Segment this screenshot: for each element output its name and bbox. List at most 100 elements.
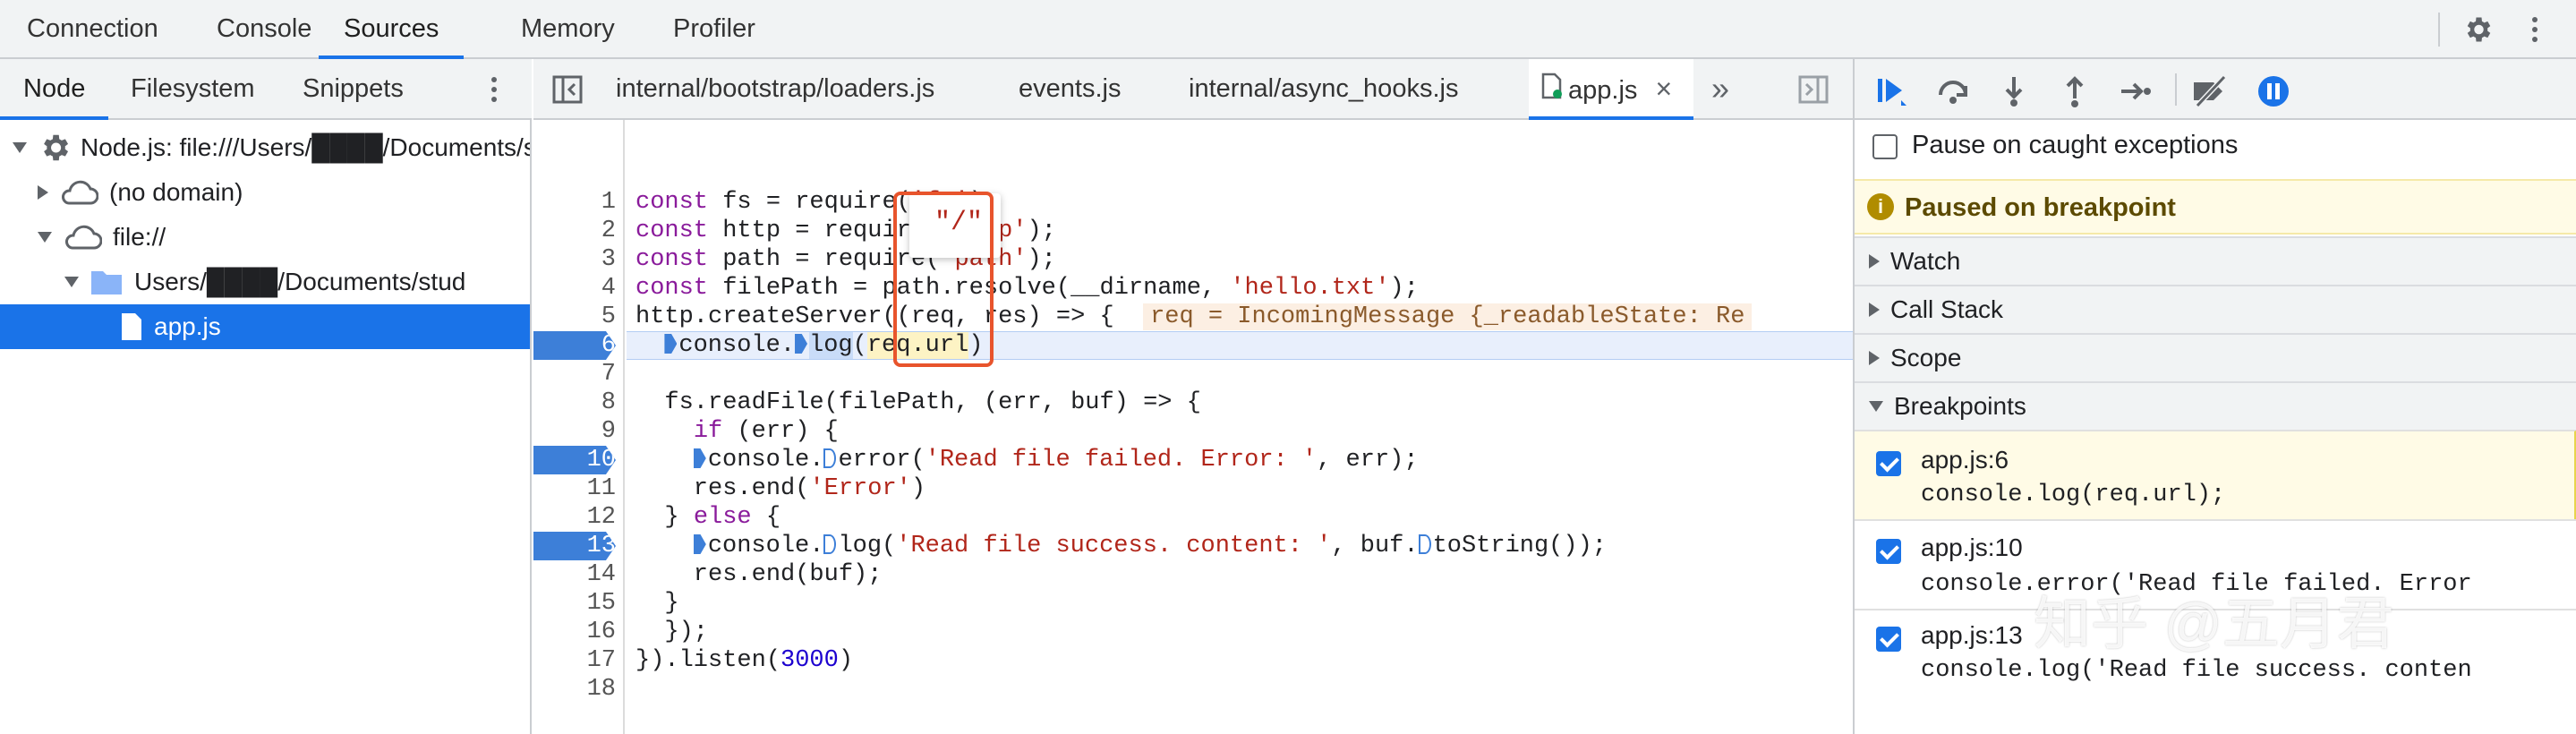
tree-item-label: file:// <box>113 223 166 251</box>
breakpoint-checkbox[interactable] <box>1876 539 1901 564</box>
inline-breakpoint-icon[interactable] <box>823 448 837 468</box>
info-icon: i <box>1867 193 1894 220</box>
section-label: Call Stack <box>1890 295 2004 323</box>
devtools-window: Connection Console Sources Memory Profil… <box>0 0 2576 734</box>
breakpoint-location: app.js:10 <box>1921 533 2023 561</box>
section-breakpoints[interactable]: Breakpoints <box>1855 381 2576 430</box>
chevron-down-icon <box>1869 401 1883 412</box>
chevron-down-icon <box>38 232 52 243</box>
navigator-tab-bar: Node Filesystem Snippets <box>0 59 532 120</box>
file-icon <box>1541 62 1563 121</box>
toolbar-divider <box>2438 13 2440 47</box>
debugger-toolbar <box>1855 59 2576 120</box>
inline-breakpoint-icon[interactable] <box>693 534 706 554</box>
code-line: const filePath = path.resolve(__dirname,… <box>635 275 1419 302</box>
toggle-navigator-icon[interactable] <box>551 73 584 106</box>
tab-profiler[interactable]: Profiler <box>673 0 755 59</box>
tab-memory[interactable]: Memory <box>521 0 615 59</box>
inline-breakpoint-icon[interactable] <box>1418 534 1431 554</box>
breakpoint-location: app.js:13 <box>1921 621 2023 649</box>
close-icon[interactable]: × <box>1655 73 1672 105</box>
code-line: } else { <box>635 504 781 531</box>
section-label: Breakpoints <box>1894 392 2026 420</box>
panel-tab-bar: Connection Console Sources Memory Profil… <box>0 0 2576 59</box>
toggle-debugger-icon[interactable] <box>1797 73 1830 106</box>
tree-item-folder[interactable]: Users/████/Documents/stud <box>0 260 530 304</box>
tab-node[interactable]: Node <box>0 59 109 120</box>
section-call-stack[interactable]: Call Stack <box>1855 285 2576 333</box>
breakpoint-checkbox[interactable] <box>1876 627 1901 652</box>
pause-caught-checkbox[interactable] <box>1872 134 1898 159</box>
section-watch[interactable]: Watch <box>1855 236 2576 285</box>
step-out-icon[interactable] <box>2055 72 2094 111</box>
inline-breakpoint-icon[interactable] <box>693 448 706 468</box>
tab-loaders-js[interactable]: internal/bootstrap/loaders.js <box>616 59 934 120</box>
breakpoint-checkbox[interactable] <box>1876 451 1901 476</box>
tree-item-app-js[interactable]: app.js <box>0 304 530 349</box>
step-into-icon[interactable] <box>1994 72 2034 111</box>
gear-icon[interactable] <box>2460 12 2495 47</box>
cloud-icon <box>59 179 98 206</box>
step-over-icon[interactable] <box>1933 72 1973 111</box>
deactivate-breakpoints-icon[interactable] <box>2189 72 2232 111</box>
chevron-down-icon <box>64 277 79 287</box>
breakpoint-code: console.log('Read file success. conten <box>1921 657 2472 684</box>
breakpoint-item[interactable]: app.js:6 console.log(req.url); <box>1855 430 2576 519</box>
tree-item-no-domain[interactable]: (no domain) <box>0 170 530 215</box>
breakpoint-location: app.js:6 <box>1921 446 2009 474</box>
tab-console[interactable]: Console <box>217 0 311 59</box>
tree-item-label: Node.js: file:///Users/████/Documents/st… <box>81 133 530 161</box>
debugger-sidebar: Pause on caught exceptions i Paused on b… <box>1853 59 2576 734</box>
tab-filesystem[interactable]: Filesystem <box>131 59 255 120</box>
folder-icon <box>90 268 124 296</box>
tab-events-js[interactable]: events.js <box>1019 59 1121 120</box>
inline-breakpoint-icon[interactable] <box>795 334 808 354</box>
section-label: Watch <box>1890 247 1961 275</box>
file-icon <box>120 312 143 342</box>
tab-async-hooks-js[interactable]: internal/async_hooks.js <box>1189 59 1458 120</box>
watermark-text: 知乎 @五月君 <box>2034 592 2394 656</box>
tab-app-js[interactable]: app.js × <box>1529 59 1693 120</box>
code-line: http.createServer((req, res) => { req = … <box>635 303 1753 331</box>
tree-item-label: (no domain) <box>109 178 243 206</box>
code-line: fs.readFile(filePath, (err, buf) => { <box>635 389 1201 416</box>
tree-item-node-root[interactable]: Node.js: file:///Users/████/Documents/st… <box>0 125 530 170</box>
inline-breakpoint-icon[interactable] <box>823 534 837 554</box>
tab-sources[interactable]: Sources <box>319 0 465 59</box>
breakpoint-code: console.log(req.url); <box>1921 482 2226 508</box>
resume-icon[interactable] <box>1872 72 1912 111</box>
chevron-down-icon <box>13 142 27 153</box>
section-label: Scope <box>1890 344 1962 371</box>
pause-on-exceptions-icon[interactable] <box>2254 72 2293 111</box>
tab-connection[interactable]: Connection <box>27 0 158 59</box>
chevron-right-icon <box>1869 351 1880 365</box>
tree-item-label: Users/████/Documents/stud <box>134 268 466 295</box>
code-area[interactable]: const fs = require('fs'); const http = r… <box>533 120 1853 734</box>
code-line: }).listen(3000) <box>635 647 854 674</box>
code-line: } <box>635 590 679 617</box>
gear-node-icon <box>38 131 72 165</box>
execution-marker-icon[interactable] <box>664 334 678 354</box>
pause-caught-label: Pause on caught exceptions <box>1912 131 2239 159</box>
chevron-right-icon <box>1869 303 1880 317</box>
inline-variable-value: req = IncomingMessage {_readableState: R… <box>1143 303 1753 330</box>
toolbar-divider <box>2175 73 2177 106</box>
tree-item-file-scheme[interactable]: file:// <box>0 215 530 260</box>
code-line: res.end('Error') <box>635 475 926 502</box>
more-vertical-icon[interactable] <box>2524 12 2546 47</box>
step-icon[interactable] <box>2116 72 2155 111</box>
code-line: }); <box>635 619 709 645</box>
annotation-highlight-box <box>893 192 994 367</box>
code-line: res.end(buf); <box>635 561 883 588</box>
code-line: console. log('Read file success. content:… <box>635 532 1607 560</box>
editor-tab-bar: internal/bootstrap/loaders.js events.js … <box>533 59 1853 120</box>
more-tabs-icon[interactable]: » <box>1711 59 1729 120</box>
tab-snippets[interactable]: Snippets <box>303 59 404 120</box>
section-scope[interactable]: Scope <box>1855 333 2576 381</box>
editor-pane: internal/bootstrap/loaders.js events.js … <box>533 59 1853 734</box>
code-line: console. error('Read file failed. Error: … <box>635 446 1419 474</box>
chevron-right-icon <box>38 185 48 200</box>
chevron-right-icon <box>1869 254 1880 269</box>
tab-label: app.js <box>1568 76 1638 105</box>
navigator-more-icon[interactable] <box>483 72 505 107</box>
